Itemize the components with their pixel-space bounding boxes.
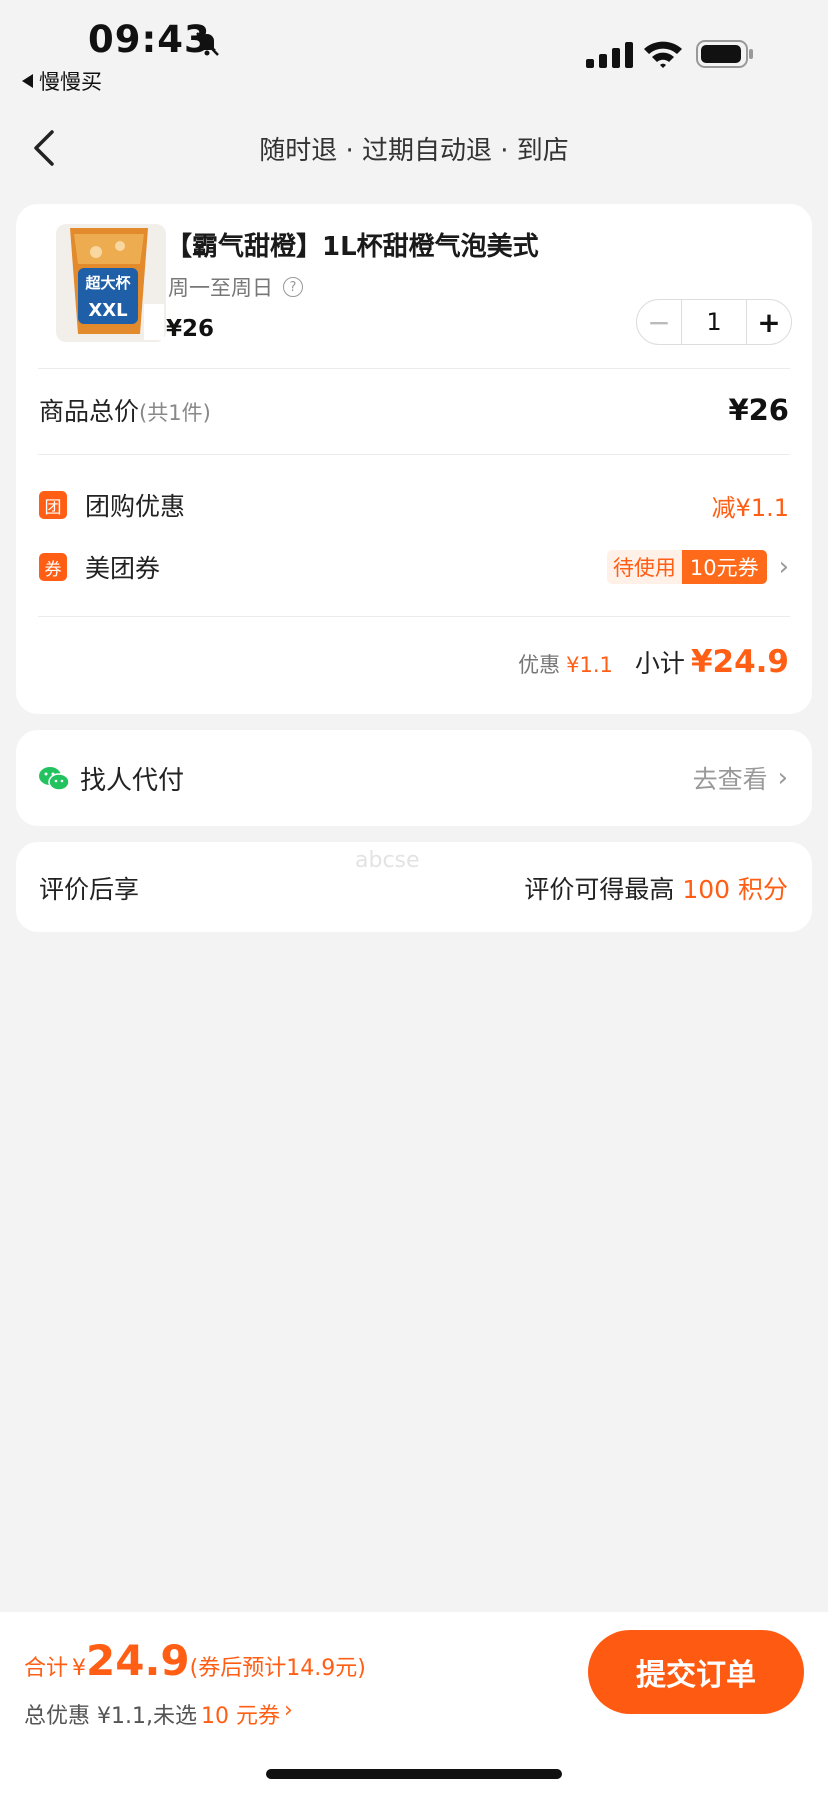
total-label: 合计 bbox=[24, 1656, 69, 1681]
group-buy-icon: 团 bbox=[39, 491, 67, 519]
watermark: abcse bbox=[355, 848, 420, 873]
group-discount-row: 团 团购优惠 减¥1.1 bbox=[39, 485, 789, 525]
review-label: 评价后享 bbox=[39, 875, 140, 904]
back-app-label: 慢慢买 bbox=[39, 70, 102, 94]
pay-for-me-action[interactable]: 去查看 bbox=[693, 760, 768, 796]
group-discount-value: 减¥1.1 bbox=[711, 493, 789, 522]
total-amount: 24.9 bbox=[86, 1636, 190, 1685]
battery-icon bbox=[696, 40, 753, 68]
submit-order-button[interactable]: 提交订单 bbox=[588, 1630, 804, 1714]
increase-button[interactable]: + bbox=[747, 300, 791, 344]
wechat-icon bbox=[39, 766, 70, 791]
bottom-bar: 合计 ¥ 24.9 (券后预计14.9元) 总优惠 ¥1.1,未选 10 元券 … bbox=[0, 1612, 828, 1795]
coupon-amount: 10元券 bbox=[681, 550, 767, 584]
subtotal-row: 优惠 ¥1.1 小计 ¥24.9 bbox=[518, 644, 789, 680]
coupon-hint[interactable]: 10 元券 bbox=[201, 1698, 280, 1730]
nav-bar: 随时退 · 过期自动退 · 到店 bbox=[0, 110, 828, 186]
svg-text:XXL: XXL bbox=[88, 300, 127, 321]
quantity-stepper: − 1 + bbox=[636, 299, 792, 345]
coupon-tag[interactable]: 待使用 10元券 bbox=[606, 550, 767, 584]
svg-text:超大杯: 超大杯 bbox=[84, 274, 131, 292]
meituan-coupon-row[interactable]: 券 美团券 待使用 10元券 › bbox=[39, 547, 789, 587]
chevron-right-icon[interactable]: › bbox=[284, 1698, 293, 1730]
decrease-button[interactable]: − bbox=[637, 300, 681, 344]
mute-bell-icon bbox=[196, 32, 219, 56]
cellular-signal-icon bbox=[586, 42, 633, 68]
subtotal-label: 小计 bbox=[634, 649, 685, 678]
wifi-icon bbox=[644, 41, 682, 68]
help-icon[interactable]: ? bbox=[283, 277, 303, 297]
discount-summary-text: 总优惠 ¥1.1,未选 bbox=[24, 1704, 197, 1729]
goods-total-amount: ¥26 bbox=[728, 393, 789, 427]
chevron-right-icon[interactable]: › bbox=[778, 763, 788, 793]
review-points: 100 积分 bbox=[682, 875, 788, 904]
status-bar: 09:43 慢慢买 bbox=[0, 0, 828, 100]
discount-summary[interactable]: 总优惠 ¥1.1,未选 10 元券 › bbox=[24, 1698, 293, 1730]
review-text: 评价可得最高 bbox=[524, 875, 675, 904]
quantity-value[interactable]: 1 bbox=[681, 300, 747, 344]
pay-for-me-label: 找人代付 bbox=[80, 766, 185, 796]
back-to-app-link[interactable]: 慢慢买 bbox=[22, 66, 102, 96]
subtotal-value: ¥24.9 bbox=[690, 644, 789, 680]
divider bbox=[38, 368, 790, 369]
coupon-label: 美团券 bbox=[85, 554, 161, 583]
divider bbox=[38, 616, 790, 617]
total-note: (券后预计14.9元) bbox=[189, 1656, 366, 1681]
coupon-icon: 券 bbox=[39, 553, 67, 581]
goods-count: (共1件) bbox=[139, 401, 211, 425]
goods-total-row: 商品总价(共1件) ¥26 bbox=[39, 390, 789, 430]
back-triangle-icon bbox=[22, 74, 33, 88]
discount-value: ¥1.1 bbox=[566, 653, 613, 677]
availability-text: 周一至周日 bbox=[168, 276, 273, 300]
product-name[interactable]: 【霸气甜橙】1L杯甜橙气泡美式 bbox=[166, 226, 539, 263]
coupon-status: 待使用 bbox=[606, 550, 682, 584]
order-card: 超大杯 XXL 【霸气甜橙】1L杯甜橙气泡美式 周一至周日 ? ¥26 − 1 … bbox=[16, 204, 812, 714]
chevron-right-icon[interactable]: › bbox=[779, 552, 789, 582]
discount-label: 优惠 bbox=[518, 653, 561, 677]
group-discount-label: 团购优惠 bbox=[85, 492, 186, 521]
total-currency: ¥ bbox=[72, 1656, 87, 1681]
product-price: ¥26 bbox=[166, 316, 215, 342]
product-image[interactable]: 超大杯 XXL bbox=[56, 224, 166, 342]
goods-total-label: 商品总价 bbox=[39, 397, 140, 426]
review-reward: 评价可得最高 100 积分 bbox=[524, 870, 788, 906]
divider bbox=[38, 454, 790, 455]
product-availability: 周一至周日 ? bbox=[168, 272, 303, 302]
total-line: 合计 ¥ 24.9 (券后预计14.9元) bbox=[24, 1636, 366, 1685]
home-indicator bbox=[266, 1769, 562, 1779]
pay-for-me-card[interactable]: 找人代付 去查看 › bbox=[16, 730, 812, 826]
page-title: 随时退 · 过期自动退 · 到店 bbox=[259, 136, 569, 166]
